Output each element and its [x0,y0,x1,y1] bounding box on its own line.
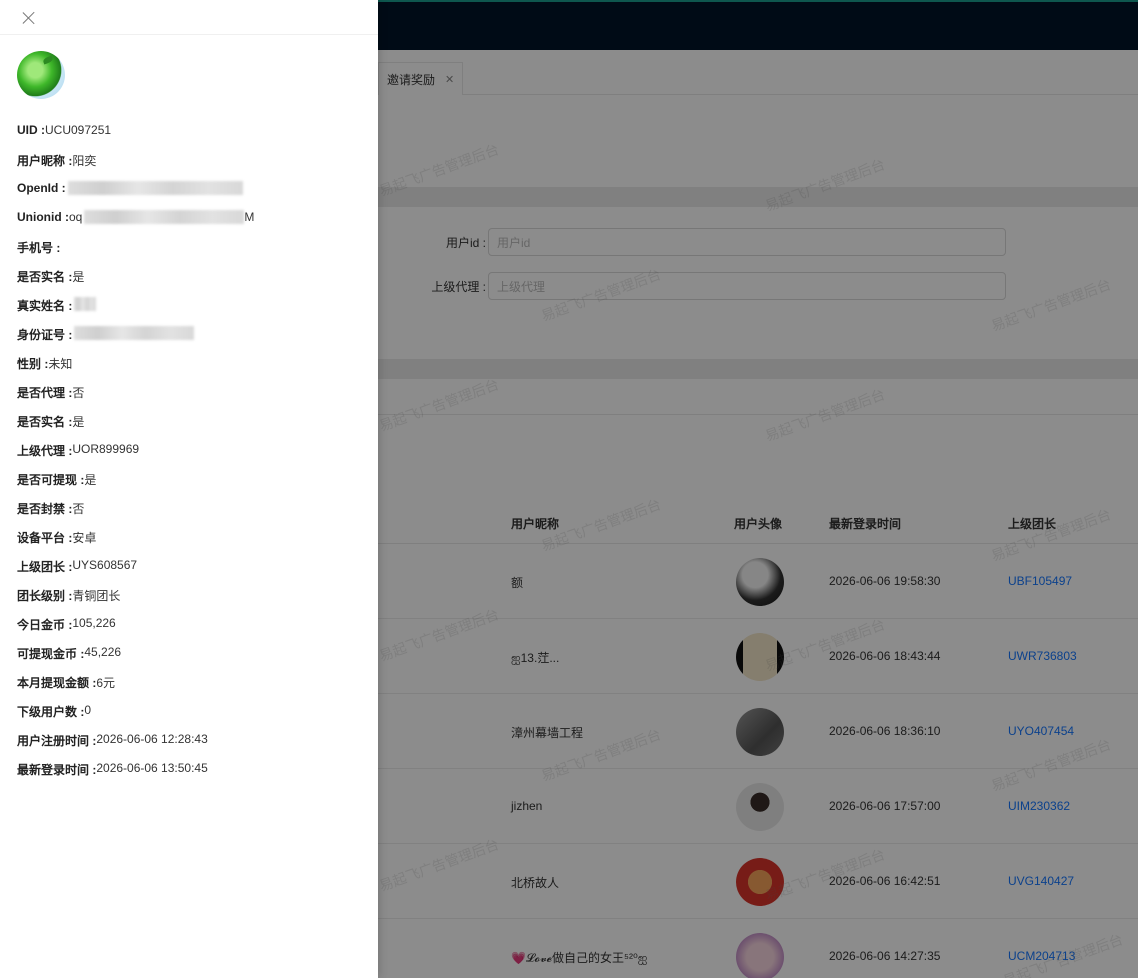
info-row: 性别 : 未知 [17,355,361,384]
info-value: 安卓 [72,531,97,545]
info-row: 最新登录时间 : 2026-06-06 13:50:45 [17,761,361,790]
info-label: 是否可提现 : [17,473,85,487]
info-row: 是否实名 : 是 [17,268,361,297]
info-label: 身份证号 : [17,328,73,342]
close-icon[interactable] [20,9,38,27]
redacted-value [67,181,243,195]
info-label: OpenId : [17,181,66,195]
info-label: 今日金币 : [17,618,73,632]
info-value: 6元 [96,676,116,690]
info-row: UID : UCU097251 [17,123,361,152]
info-label: 是否封禁 : [17,502,73,516]
info-label: 设备平台 : [17,531,73,545]
info-label: Unionid : [17,210,69,224]
info-value-suffix: M [244,210,255,224]
info-value: 是 [84,473,97,487]
redacted-value [74,326,195,340]
info-label: 用户注册时间 : [17,734,97,748]
info-value: UCU097251 [45,123,112,137]
info-row: 用户昵称 : 阳奕 [17,152,361,181]
info-value: 2026-06-06 12:28:43 [96,732,208,746]
info-label: 可提现金币 : [17,647,85,661]
info-value: 未知 [48,357,73,371]
redacted-value [84,210,245,224]
info-value: 2026-06-06 13:50:45 [96,761,208,775]
user-info-list: UID : UCU097251 用户昵称 : 阳奕 OpenId : Unionid… [17,123,361,790]
info-value: 阳奕 [72,154,97,168]
drawer-header [0,0,378,35]
info-row: 是否代理 : 否 [17,384,361,413]
info-value: 是 [72,270,85,284]
info-label: 下级用户数 : [17,705,85,719]
user-avatar-large [17,51,65,99]
info-value: 青铜团长 [72,589,121,603]
info-row: 下级用户数 : 0 [17,703,361,732]
info-row: Unionid : oq M [17,210,361,239]
info-row: 本月提现金额 : 6元 [17,674,361,703]
info-value: UOR899969 [72,442,140,456]
info-value: 105,226 [72,616,116,630]
info-row: 上级团长 : UYS608567 [17,558,361,587]
redacted-value [74,297,97,311]
info-row: 可提现金币 : 45,226 [17,645,361,674]
info-label: 最新登录时间 : [17,763,97,777]
info-row: OpenId : [17,181,361,210]
info-label: 是否代理 : [17,386,73,400]
info-value: 否 [72,386,85,400]
info-label: 用户昵称 : [17,154,73,168]
info-row: 手机号 : [17,239,361,268]
info-row: 真实姓名 : [17,297,361,326]
info-label: 本月提现金额 : [17,676,97,690]
info-row: 是否可提现 : 是 [17,471,361,500]
info-label: 性别 : [17,357,49,371]
info-row: 用户注册时间 : 2026-06-06 12:28:43 [17,732,361,761]
info-row: 团长级别 : 青铜团长 [17,587,361,616]
info-row: 是否实名 : 是 [17,413,361,442]
info-value: oq [68,210,83,224]
info-row: 身份证号 : [17,326,361,355]
info-label: 是否实名 : [17,270,73,284]
info-row: 设备平台 : 安卓 [17,529,361,558]
info-value: UYS608567 [72,558,138,572]
info-value: 45,226 [84,645,122,659]
info-label: UID : [17,123,45,137]
user-detail-drawer: UID : UCU097251 用户昵称 : 阳奕 OpenId : Unionid… [0,0,378,978]
info-label: 是否实名 : [17,415,73,429]
info-value: 否 [72,502,85,516]
info-label: 上级代理 : [17,444,73,458]
drawer-body: UID : UCU097251 用户昵称 : 阳奕 OpenId : Unionid… [0,35,378,806]
info-row: 是否封禁 : 否 [17,500,361,529]
info-value: 是 [72,415,85,429]
info-row: 上级代理 : UOR899969 [17,442,361,471]
info-label: 真实姓名 : [17,299,73,313]
info-row: 今日金币 : 105,226 [17,616,361,645]
info-label: 上级团长 : [17,560,73,574]
info-label: 团长级别 : [17,589,73,603]
info-value: 0 [84,703,92,717]
info-label: 手机号 : [17,241,61,255]
